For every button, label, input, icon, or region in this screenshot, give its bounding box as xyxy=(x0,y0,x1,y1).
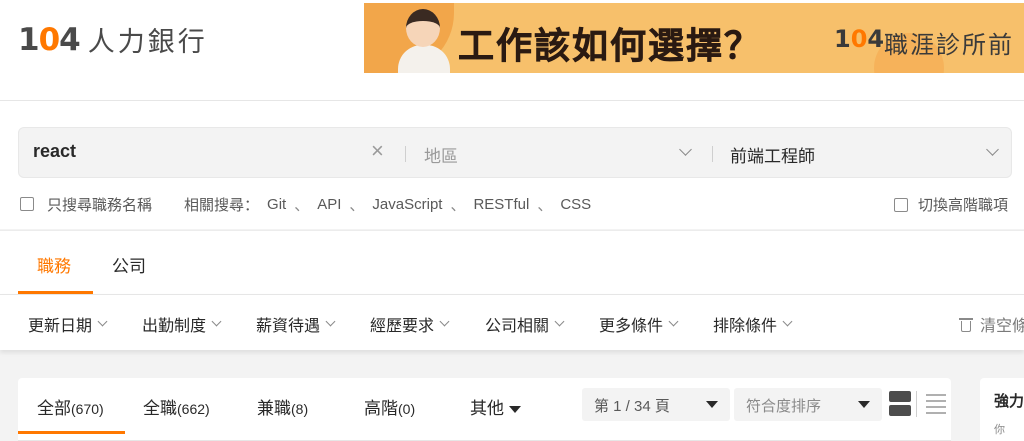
related-term-link[interactable]: CSS xyxy=(560,196,591,213)
title-only-checkbox[interactable] xyxy=(20,197,34,211)
page-select[interactable]: 第 1 / 34 頁 xyxy=(582,388,730,421)
results-panel: 全部(670) 全職(662) 兼職(8) 高階(0) 其他 第 1 / 34 … xyxy=(18,378,951,441)
result-tab-all[interactable]: 全部(670) xyxy=(37,394,104,419)
logo-104[interactable]: 104 人力銀行 xyxy=(18,20,208,59)
search-bar: react × 地區 前端工程師 xyxy=(18,127,1012,178)
chevron-down-icon[interactable] xyxy=(679,143,692,156)
result-tab-senior[interactable]: 高階(0) xyxy=(364,394,415,419)
separator: 、 xyxy=(537,196,553,214)
site-header: 104 人力銀行 工作該如何選擇？ 104 職涯診所前 xyxy=(0,0,1024,101)
result-tab-parttime[interactable]: 兼職(8) xyxy=(257,394,308,419)
search-options: 只搜尋職務名稱 相關搜尋： Git 、 API 、 JavaScript 、 R… xyxy=(20,194,591,214)
banner-person-image xyxy=(392,5,456,73)
divider xyxy=(916,391,917,417)
chevron-down-icon xyxy=(325,316,336,327)
separator: 、 xyxy=(349,196,365,214)
related-term-link[interactable]: JavaScript xyxy=(372,196,442,213)
clear-filters-button[interactable]: 清空條件 xyxy=(959,312,1024,336)
chevron-down-icon xyxy=(211,316,222,327)
filter-bar: 更新日期 出勤制度 薪資待遇 經歷要求 公司相關 更多條件 排除條件 清空條件 xyxy=(0,294,1024,350)
chevron-down-icon xyxy=(782,316,793,327)
divider xyxy=(405,146,406,162)
tab-jobs[interactable]: 職務 xyxy=(37,252,71,277)
banner-subtitle: 職涯診所前 xyxy=(884,31,1014,59)
result-tab-other[interactable]: 其他 xyxy=(470,394,521,419)
keyword-input[interactable]: react xyxy=(33,141,76,162)
separator: 、 xyxy=(450,196,466,214)
caret-down-icon xyxy=(706,401,718,408)
filter-company[interactable]: 公司相關 xyxy=(485,312,565,336)
result-tab-fulltime[interactable]: 全職(662) xyxy=(143,394,210,419)
side-panel-title: 強力 xyxy=(994,393,1024,410)
filter-experience[interactable]: 經歷要求 xyxy=(370,312,450,336)
active-tab-indicator xyxy=(18,431,125,434)
advanced-label[interactable]: 切換高階職項 xyxy=(918,194,1008,215)
ad-banner[interactable]: 工作該如何選擇？ 104 職涯診所前 xyxy=(364,3,1024,73)
related-term-link[interactable]: API xyxy=(317,196,341,213)
search-section: react × 地區 前端工程師 只搜尋職務名稱 相關搜尋： Git 、 API… xyxy=(0,101,1024,229)
chevron-down-icon xyxy=(554,316,565,327)
related-term-link[interactable]: RESTful xyxy=(473,196,529,213)
logo-text: 人力銀行 xyxy=(87,27,208,58)
advanced-toggle[interactable]: 切換高階職項 xyxy=(894,194,1008,215)
tab-companies[interactable]: 公司 xyxy=(112,252,146,277)
caret-down-icon xyxy=(509,406,521,414)
filter-work-schedule[interactable]: 出勤制度 xyxy=(142,312,222,336)
list-view-icon[interactable] xyxy=(926,392,946,416)
sort-select[interactable]: 符合度排序 xyxy=(734,388,882,421)
banner-headline: 工作該如何選擇？ xyxy=(458,26,763,68)
advanced-checkbox[interactable] xyxy=(894,197,908,212)
area-select[interactable]: 地區 xyxy=(424,142,458,167)
title-only-label[interactable]: 只搜尋職務名稱 xyxy=(47,194,152,215)
clear-icon[interactable]: × xyxy=(371,138,384,164)
caret-down-icon xyxy=(858,401,870,408)
main-tabs: 職務 公司 xyxy=(0,230,1024,295)
side-panel-subtitle: 你 xyxy=(994,424,1005,436)
trash-icon xyxy=(959,316,973,332)
filter-update-date[interactable]: 更新日期 xyxy=(28,312,108,336)
related-term-link[interactable]: Git xyxy=(267,196,286,213)
filter-more[interactable]: 更多條件 xyxy=(599,312,679,336)
related-search-label: 相關搜尋： xyxy=(184,196,260,214)
banner-logo: 104 xyxy=(834,25,885,53)
chevron-down-icon xyxy=(439,316,450,327)
job-category-select[interactable]: 前端工程師 xyxy=(730,142,815,167)
chevron-down-icon[interactable] xyxy=(986,143,999,156)
separator: 、 xyxy=(294,196,310,214)
chevron-down-icon xyxy=(668,316,679,327)
card-view-icon[interactable] xyxy=(889,391,911,417)
chevron-down-icon xyxy=(97,316,108,327)
side-panel: 強力 你 xyxy=(980,378,1024,441)
filter-salary[interactable]: 薪資待遇 xyxy=(256,312,336,336)
filter-exclude[interactable]: 排除條件 xyxy=(713,312,793,336)
divider xyxy=(712,146,713,162)
logo-number: 104 xyxy=(18,21,81,58)
clear-filters-label: 清空條件 xyxy=(980,318,1024,335)
